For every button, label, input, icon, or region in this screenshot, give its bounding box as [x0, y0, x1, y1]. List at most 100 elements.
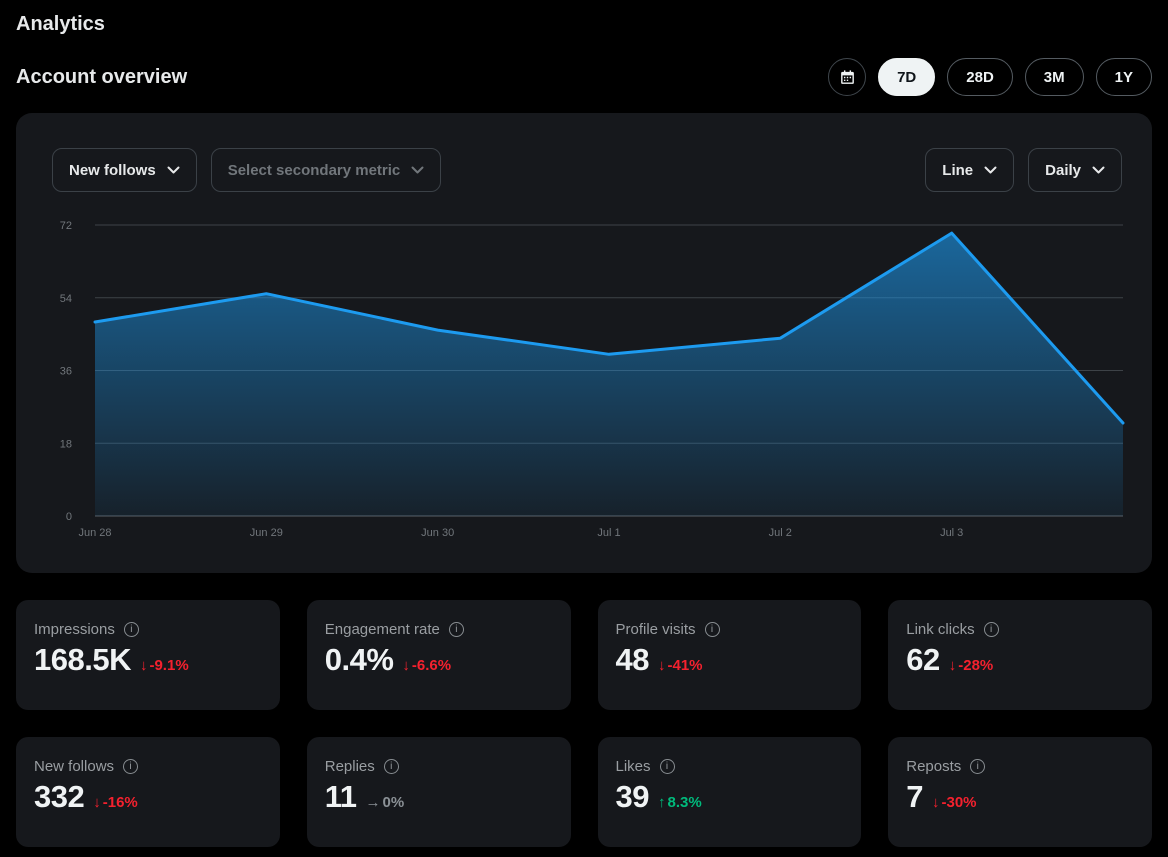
secondary-metric-dropdown[interactable]: Select secondary metric — [211, 148, 442, 192]
info-icon[interactable]: i — [449, 622, 464, 637]
chart-controls: New follows Select secondary metric Line — [16, 148, 1152, 192]
metric-value: 0.4% — [325, 642, 394, 678]
metric-delta-percent: -9.1% — [149, 657, 188, 674]
info-icon[interactable]: i — [705, 622, 720, 637]
time-range-pill-1y[interactable]: 1Y — [1096, 58, 1152, 96]
arrow-down-icon: ↓ — [932, 794, 940, 811]
x-axis-tick: Jun 29 — [250, 527, 283, 539]
chart-type-dropdown[interactable]: Line — [925, 148, 1014, 192]
secondary-metric-placeholder: Select secondary metric — [228, 162, 401, 179]
metric-value: 168.5K — [34, 642, 131, 678]
metric-value-row: 0.4% ↓ -6.6% — [325, 642, 553, 678]
chart-display-selectors: Line Daily — [925, 148, 1122, 192]
metrics-grid: Impressions i 168.5K ↓ -9.1% Engagement rate… — [16, 600, 1152, 847]
info-icon[interactable]: i — [984, 622, 999, 637]
metric-card-engagement-rate[interactable]: Engagement rate i 0.4% ↓ -6.6% — [307, 600, 571, 710]
trend-chart-card: New follows Select secondary metric Line — [16, 113, 1152, 573]
metric-value: 62 — [906, 642, 939, 678]
metric-label: Engagement rate — [325, 621, 440, 638]
chevron-down-icon — [411, 166, 424, 174]
subheader: Account overview 7D 28D 3M 1Y — [16, 58, 1152, 96]
metric-label: New follows — [34, 758, 114, 775]
metric-label: Impressions — [34, 621, 115, 638]
info-icon[interactable]: i — [970, 759, 985, 774]
metric-delta: ↓ -9.1% — [140, 657, 189, 674]
metric-delta-percent: -6.6% — [412, 657, 451, 674]
metric-delta-percent: -28% — [958, 657, 993, 674]
metric-label-row: Link clicks i — [906, 621, 1134, 638]
metric-value: 7 — [906, 779, 923, 815]
time-range-pills: 7D 28D 3M 1Y — [878, 58, 1152, 96]
arrow-flat-icon: → — [366, 794, 381, 811]
metric-value-row: 48↓ -41% — [616, 642, 844, 678]
metric-delta: ↓ -16% — [93, 794, 138, 811]
metric-card-likes[interactable]: Likesi 39↑ 8.3% — [598, 737, 862, 847]
interval-label: Daily — [1045, 162, 1081, 179]
x-axis-tick: Jun 30 — [421, 527, 454, 539]
metric-label-row: Profile visits i — [616, 621, 844, 638]
metric-value-row: 168.5K ↓ -9.1% — [34, 642, 262, 678]
metric-value: 332 — [34, 779, 84, 815]
x-axis-tick: Jun 28 — [78, 527, 111, 539]
arrow-down-icon: ↓ — [140, 657, 148, 674]
x-axis-tick: Jul 1 — [597, 527, 620, 539]
time-range-pill-7d[interactable]: 7D — [878, 58, 935, 96]
calendar-button[interactable] — [828, 58, 866, 96]
metric-value: 11 — [325, 779, 357, 815]
metric-card-link-clicks[interactable]: Link clicks i 62 ↓ -28% — [888, 600, 1152, 710]
metric-selectors: New follows Select secondary metric — [52, 148, 441, 192]
metric-delta-percent: -41% — [667, 657, 702, 674]
metric-label: Reposts — [906, 758, 961, 775]
info-icon[interactable]: i — [124, 622, 139, 637]
metric-value-row: 39↑ 8.3% — [616, 779, 844, 815]
metric-label: Replies — [325, 758, 375, 775]
x-axis-tick: Jul 3 — [940, 527, 963, 539]
time-range-pill-3m[interactable]: 3M — [1025, 58, 1084, 96]
metric-label-row: Likesi — [616, 758, 844, 775]
arrow-down-icon: ↓ — [949, 657, 957, 674]
metric-delta: ↓ -41% — [658, 657, 703, 674]
metric-card-impressions[interactable]: Impressions i 168.5K ↓ -9.1% — [16, 600, 280, 710]
metric-label-row: Replies i — [325, 758, 553, 775]
metric-delta: ↓ -6.6% — [402, 657, 451, 674]
metric-label-row: Reposts i — [906, 758, 1134, 775]
metric-delta-percent: 0% — [383, 794, 405, 811]
metric-value-row: 11 → 0% — [325, 779, 553, 815]
metric-label: Likes — [616, 758, 651, 775]
chevron-down-icon — [1092, 166, 1105, 174]
info-icon[interactable]: i — [384, 759, 399, 774]
analytics-page: Analytics Account overview 7D28D3M1Y New… — [0, 0, 1168, 847]
info-icon[interactable]: i — [660, 759, 675, 774]
calendar-icon — [839, 69, 856, 86]
metric-label: Link clicks — [906, 621, 974, 638]
metric-label-row: Impressions i — [34, 621, 262, 638]
primary-metric-label: New follows — [69, 162, 156, 179]
y-axis-tick: 18 — [60, 438, 72, 450]
arrow-down-icon: ↓ — [93, 794, 101, 811]
arrow-down-icon: ↓ — [402, 657, 410, 674]
y-axis-tick: 72 — [60, 220, 72, 232]
metric-card-reposts[interactable]: Reposts i 7 ↓ -30% — [888, 737, 1152, 847]
metric-delta: → 0% — [366, 794, 405, 811]
time-range-pill-28d[interactable]: 28D — [947, 58, 1013, 96]
chevron-down-icon — [167, 166, 180, 174]
y-axis-tick: 54 — [60, 293, 72, 305]
info-icon[interactable]: i — [123, 759, 138, 774]
metric-card-replies[interactable]: Replies i 11 → 0% — [307, 737, 571, 847]
primary-metric-dropdown[interactable]: New follows — [52, 148, 197, 192]
area-fill — [95, 233, 1123, 516]
metric-card-new-follows[interactable]: New follows i 332 ↓ -16% — [16, 737, 280, 847]
arrow-up-icon: ↑ — [658, 794, 666, 811]
arrow-down-icon: ↓ — [658, 657, 666, 674]
interval-dropdown[interactable]: Daily — [1028, 148, 1122, 192]
metric-delta-percent: -16% — [103, 794, 138, 811]
y-axis-tick: 36 — [60, 366, 72, 378]
metric-delta-percent: 8.3% — [667, 794, 701, 811]
metric-label: Profile visits — [616, 621, 696, 638]
metric-label-row: New follows i — [34, 758, 262, 775]
metric-delta: ↓ -30% — [932, 794, 977, 811]
trend-chart[interactable]: 018365472Jun 28Jun 29Jun 30Jul 1Jul 2Jul… — [16, 213, 1152, 553]
metric-card-profile-visits[interactable]: Profile visits i 48↓ -41% — [598, 600, 862, 710]
page-subtitle: Account overview — [16, 66, 187, 89]
metric-value-row: 7 ↓ -30% — [906, 779, 1134, 815]
